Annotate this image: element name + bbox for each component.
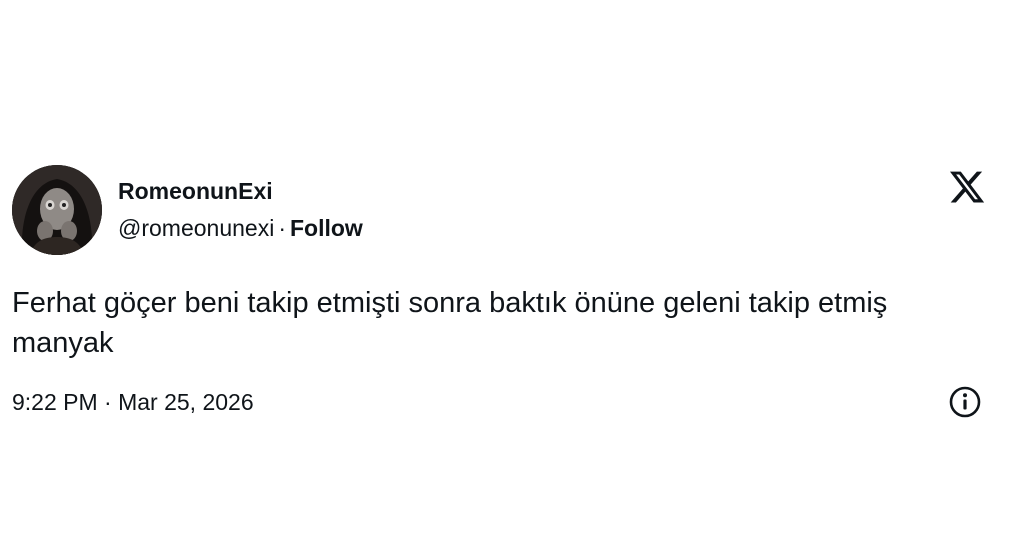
tweet-card: RomeonunExi @romeonunexi · Follow Ferhat g… (0, 0, 1012, 555)
follow-button[interactable]: Follow (290, 215, 363, 241)
avatar[interactable] (12, 165, 102, 255)
x-logo-icon[interactable] (947, 168, 987, 206)
tweet-text: Ferhat göçer beni takip etmişti sonra ba… (12, 287, 888, 359)
info-icon[interactable] (948, 385, 982, 419)
user-handle[interactable]: @romeonunexi (118, 215, 274, 241)
tweet-timestamp[interactable]: 9:22 PM · Mar 25, 2026 (12, 387, 254, 417)
handle-row: @romeonunexi · Follow (118, 213, 363, 243)
separator-dot: · (278, 215, 286, 241)
avatar-image (12, 165, 102, 255)
user-display-name[interactable]: RomeonunExi (118, 176, 273, 206)
